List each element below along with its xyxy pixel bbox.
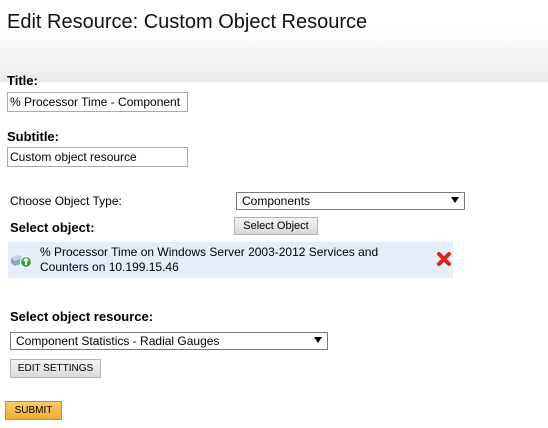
edit-settings-button[interactable]: EDIT SETTINGS <box>10 359 101 378</box>
select-object-label: Select object: <box>10 220 95 235</box>
object-resource-select[interactable]: Component Statistics - Radial Gauges <box>10 332 328 350</box>
object-type-label: Choose Object Type: <box>10 194 122 208</box>
chevron-down-icon <box>314 337 322 343</box>
object-type-select[interactable]: Components <box>236 192 465 210</box>
subtitle-label: Subtitle: <box>7 129 59 144</box>
selected-object-name: % Processor Time on Windows Server 2003-… <box>40 245 379 274</box>
page-title: Edit Resource: Custom Object Resource <box>7 11 368 33</box>
submit-button[interactable]: SUBMIT <box>5 401 62 420</box>
component-status-up-icon <box>11 255 32 268</box>
object-resource-value: Component Statistics - Radial Gauges <box>16 334 220 348</box>
title-label: Title: <box>7 73 38 88</box>
object-type-value: Components <box>242 194 311 208</box>
object-resource-label: Select object resource: <box>10 309 154 324</box>
remove-object-icon[interactable] <box>436 251 452 267</box>
subtitle-input[interactable] <box>7 147 188 167</box>
select-object-button[interactable]: Select Object <box>234 217 318 235</box>
selected-object-row: % Processor Time on Windows Server 2003-… <box>8 242 453 278</box>
title-input[interactable] <box>7 92 188 112</box>
chevron-down-icon <box>451 197 459 203</box>
